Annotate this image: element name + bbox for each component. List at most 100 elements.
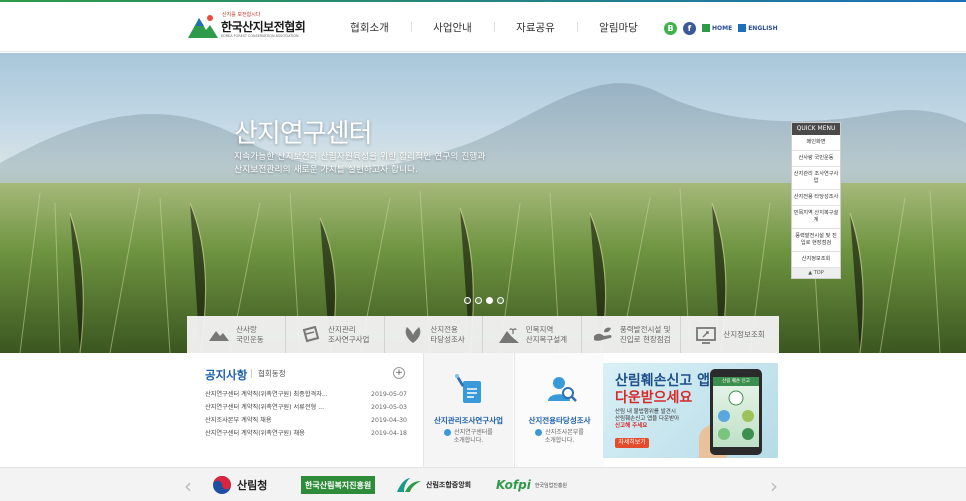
english-icon xyxy=(738,24,747,32)
quick-menu-item-main[interactable]: 메인화면 xyxy=(792,135,840,151)
arrow-circle-icon xyxy=(444,429,452,436)
business-item-feasibility[interactable]: 산지전용 타당성조사 xyxy=(385,316,484,353)
hand-leaf-icon xyxy=(593,327,612,341)
mountain-sprout-icon xyxy=(498,327,519,343)
home-icon xyxy=(702,24,710,32)
business-item-sublabel-2: 조사연구사업 xyxy=(328,334,370,344)
hero-desc-line-1: 지속가능한 산지보전과 산림자원육성을 위한 합리적인 연구의 진행과 xyxy=(234,152,486,162)
feasibility-card-desc-text-1: 산지조사본부를 xyxy=(545,429,584,436)
partner-forest-service[interactable]: 산림청 xyxy=(211,475,267,495)
business-item-sublabel-4: 산지복구설계 xyxy=(525,334,568,344)
app-buttons-image xyxy=(718,390,754,440)
tab-notice[interactable]: 공지사항 xyxy=(205,367,247,383)
site-header: 산지를 보전합시다 한국산지보전협회 KOREA FOREST CONSERVA… xyxy=(0,2,966,52)
mountain-icon xyxy=(209,330,230,341)
business-item-info[interactable]: 산지정보조회 xyxy=(681,316,779,353)
research-card-title: 산지관리조사연구사업 xyxy=(434,416,503,425)
notice-item-date: 2019-04-30 xyxy=(371,417,407,424)
notice-item-date: 2019-05-07 xyxy=(371,391,407,398)
list-item[interactable]: 산지연구센터 계약직(위촉연구원) 서류전형 ... 2019-05-03 xyxy=(205,401,407,414)
coop-logo-icon xyxy=(397,478,421,492)
business-item-restoration[interactable]: 민목지역 산지복구설계 xyxy=(483,316,583,353)
logo-tagline: 산지를 보전합시다 xyxy=(222,12,261,18)
partner-welfare[interactable]: 한국산림복지진흥원 xyxy=(301,476,376,494)
slide-indicators xyxy=(464,297,504,304)
slide-dot-4[interactable] xyxy=(497,297,504,304)
quick-menu-item-wind[interactable]: 풍력발전시설 및 진입로 현장점검 xyxy=(792,229,840,252)
quick-menu-title: QUICK MENU xyxy=(792,123,840,135)
partner-kofpi[interactable]: Kofpi 한국임업진흥원 xyxy=(496,475,567,495)
business-item-campaign[interactable]: 산사랑 국민운동 xyxy=(187,316,286,353)
slide-dot-2[interactable] xyxy=(475,297,482,304)
document-pen-icon xyxy=(455,374,481,403)
logo-name: 한국산지보전협회 xyxy=(221,20,306,34)
banner-subtext: 산림 내 불법행위를 발견시 산림훼손신고 앱을 다운받아 신고해 주세요 xyxy=(615,409,679,430)
notice-item-date: 2019-04-18 xyxy=(371,430,407,437)
more-plus-icon[interactable]: + xyxy=(393,367,405,379)
notice-item-title: 산지연구센터 계약직(위촉연구원) 서류전형 ... xyxy=(205,404,325,411)
banner-sub-3: 신고해 주세요 xyxy=(615,423,648,429)
site-logo[interactable]: 산지를 보전합시다 한국산지보전협회 KOREA FOREST CONSERVA… xyxy=(188,10,308,44)
banner-more-button[interactable]: 자세히보기 xyxy=(615,438,649,448)
report-app-banner[interactable]: 산림훼손신고 앱 다운받으세요 산림 내 불법행위를 발견시 산림훼손신고 앱을… xyxy=(603,363,778,458)
main-nav: 협회소개 사업안내 자료공유 알림마당 xyxy=(328,2,660,52)
english-label: ENGLISH xyxy=(748,24,778,32)
feasibility-card[interactable]: 산지전용타당성조사 산지조사본부를 소개합니다. xyxy=(514,353,604,467)
phone-image: 산림 훼손 신고 xyxy=(710,369,762,455)
slide-dot-1[interactable] xyxy=(464,297,471,304)
quick-menu-item-research[interactable]: 산지관리 조사연구사업 xyxy=(792,167,840,190)
prev-arrow-icon[interactable]: ‹ xyxy=(184,474,192,498)
quick-menu: QUICK MENU 메인화면 산사랑 국민운동 산지관리 조사연구사업 산지전… xyxy=(791,122,841,279)
notice-item-title: 산지연구센터 계약직(위촉연구원) 채용 xyxy=(205,430,305,437)
home-label: HOME xyxy=(712,24,733,32)
book-icon xyxy=(302,325,320,342)
business-item-label-5: 풍력발전시설 및 xyxy=(619,324,671,334)
nav-item-business[interactable]: 사업안내 xyxy=(411,2,494,52)
slide-dot-3[interactable] xyxy=(486,297,493,304)
notice-item-title: 산지연구센터 계약직(위촉연구원) 최종합격자... xyxy=(205,391,328,398)
monitor-icon xyxy=(696,326,717,344)
quick-menu-item-restoration[interactable]: 민목지역 산지복구설계 xyxy=(792,206,840,229)
logo-english: KOREA FOREST CONSERVATION ASSOCIATION xyxy=(221,34,299,38)
hero-title: 산지연구센터 xyxy=(234,119,373,149)
partner-1-name: 산림청 xyxy=(237,479,268,492)
english-link[interactable]: ENGLISH xyxy=(738,24,778,32)
quick-menu-item-feasibility[interactable]: 산지전용 타당성조사 xyxy=(792,190,840,206)
hero-description: 지속가능한 산지보전과 산림자원육성을 위한 합리적인 연구의 진행과 산지보전… xyxy=(234,151,485,177)
nav-item-resources[interactable]: 자료공유 xyxy=(494,2,577,52)
leaf-icon xyxy=(405,326,421,343)
tab-divider xyxy=(251,369,252,378)
notice-list: 산지연구센터 계약직(위촉연구원) 최종합격자... 2019-05-07 산지연… xyxy=(205,388,407,440)
business-item-label-2: 산지관리 xyxy=(328,324,356,334)
research-card-desc-line-1: 산지연구센터를 xyxy=(424,429,513,437)
list-item[interactable]: 산지연구센터 계약직(위촉연구원) 채용 2019-04-18 xyxy=(205,427,407,440)
nav-item-about[interactable]: 협회소개 xyxy=(328,2,411,52)
banner-headline-2: 다운받으세요 xyxy=(615,390,693,406)
phone-screen-header: 산림 훼손 신고 xyxy=(713,377,759,386)
scroll-top-button[interactable]: ▲ TOP xyxy=(792,268,840,278)
business-item-wind[interactable]: 풍력발전시설 및 진입로 현장점검 xyxy=(582,316,682,353)
business-item-label-3: 산지전용 xyxy=(430,324,458,334)
list-item[interactable]: 산지조사본부 계약직 채용 2019-04-30 xyxy=(205,414,407,427)
research-card-desc-line-2: 소개합니다. xyxy=(453,437,484,444)
banner-sub-2: 산림훼손신고 앱을 다운받아 xyxy=(615,416,680,422)
utility-links: B f HOME ENGLISH xyxy=(664,21,778,35)
business-item-research[interactable]: 산지관리 조사연구사업 xyxy=(286,316,385,353)
home-link[interactable]: HOME xyxy=(702,24,732,32)
next-arrow-icon[interactable]: › xyxy=(770,474,778,498)
feasibility-card-desc: 산지조사본부를 소개합니다. xyxy=(515,429,604,445)
list-item[interactable]: 산지연구센터 계약직(위촉연구원) 최종합격자... 2019-05-07 xyxy=(205,388,407,401)
notice-item-title: 산지조사본부 계약직 채용 xyxy=(205,417,272,424)
facebook-icon[interactable]: f xyxy=(683,21,696,35)
blog-icon[interactable]: B xyxy=(664,21,677,35)
quick-menu-item-campaign[interactable]: 산사랑 국민운동 xyxy=(792,151,840,167)
partner-forestry-coop[interactable]: 산림조합중앙회 xyxy=(396,475,471,495)
tab-news[interactable]: 협회동정 xyxy=(258,368,286,379)
nav-item-notice[interactable]: 알림마당 xyxy=(577,2,660,52)
notice-board: 공지사항 협회동정 + 산지연구센터 계약직(위촉연구원) 최종합격자... 20… xyxy=(188,353,424,467)
business-item-sublabel-3: 타당성조사 xyxy=(430,334,465,344)
quick-menu-item-info[interactable]: 산지정보조회 xyxy=(792,252,840,268)
research-card-desc-text-1: 산지연구센터를 xyxy=(454,429,493,436)
arrow-circle-icon xyxy=(535,429,543,436)
research-card[interactable]: 산지관리조사연구사업 산지연구센터를 소개합니다. xyxy=(423,353,513,467)
